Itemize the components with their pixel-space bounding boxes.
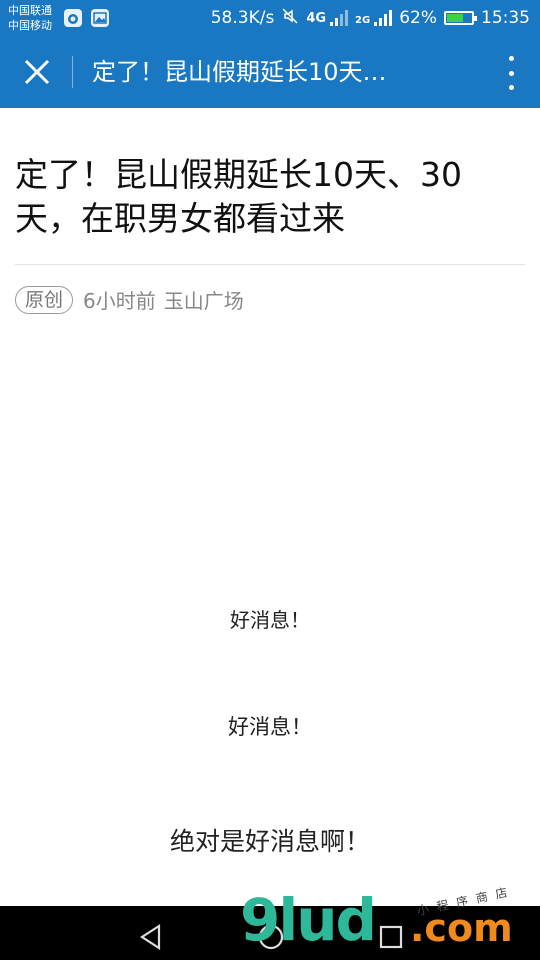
signal-icon-sim2: 2G xyxy=(355,10,393,26)
sim1-type: 4G xyxy=(306,11,327,26)
close-button[interactable] xyxy=(18,53,56,91)
divider xyxy=(15,264,525,265)
app-bar: 定了！昆山假期延长10天… xyxy=(0,36,540,108)
article-title: 定了！昆山假期延长10天、30天，在职男女都看过来 xyxy=(15,155,462,238)
sim2-type: 2G xyxy=(355,15,371,26)
source-link[interactable]: 玉山广场 xyxy=(164,285,244,314)
more-options-button[interactable] xyxy=(504,56,518,90)
app-bar-title: 定了！昆山假期延长10天… xyxy=(92,58,387,86)
battery-percent: 62% xyxy=(399,8,437,28)
carrier-1: 中国联通 xyxy=(8,4,52,17)
publish-time: 6小时前 xyxy=(83,289,156,313)
watermark-logo: 9lud xyxy=(240,886,377,954)
article-meta: 原创 6小时前 玉山广场 xyxy=(15,285,244,314)
mute-icon xyxy=(281,7,299,30)
body-text-line: 绝对是好消息啊！ xyxy=(169,827,370,856)
status-indicators: 58.3K/s 4G 2G 62% 15:35 xyxy=(211,0,530,36)
signal-icon: 4G xyxy=(306,10,349,26)
status-bar: 中国联通 中国移动 58.3K/s 4G 2G 62% 15:35 xyxy=(0,0,540,36)
original-badge: 原创 xyxy=(15,285,74,314)
close-icon xyxy=(24,59,50,85)
app-bar-divider xyxy=(72,56,73,88)
carrier-2: 中国移动 xyxy=(8,19,52,32)
clock: 15:35 xyxy=(481,8,530,28)
gallery-notification-icon xyxy=(91,9,109,27)
net-speed: 58.3K/s xyxy=(210,8,275,28)
battery-icon xyxy=(444,11,477,25)
back-icon xyxy=(139,923,161,951)
watermark: 9lud .com 小程序商店 xyxy=(240,880,540,960)
more-vert-icon xyxy=(508,56,514,61)
body-text-line: 好消息！ xyxy=(230,608,310,632)
back-button[interactable] xyxy=(137,923,165,955)
weibo-notification-icon xyxy=(64,9,82,27)
carrier-names: 中国联通 中国移动 xyxy=(8,3,52,33)
body-text-line: 好消息！ xyxy=(228,715,312,739)
